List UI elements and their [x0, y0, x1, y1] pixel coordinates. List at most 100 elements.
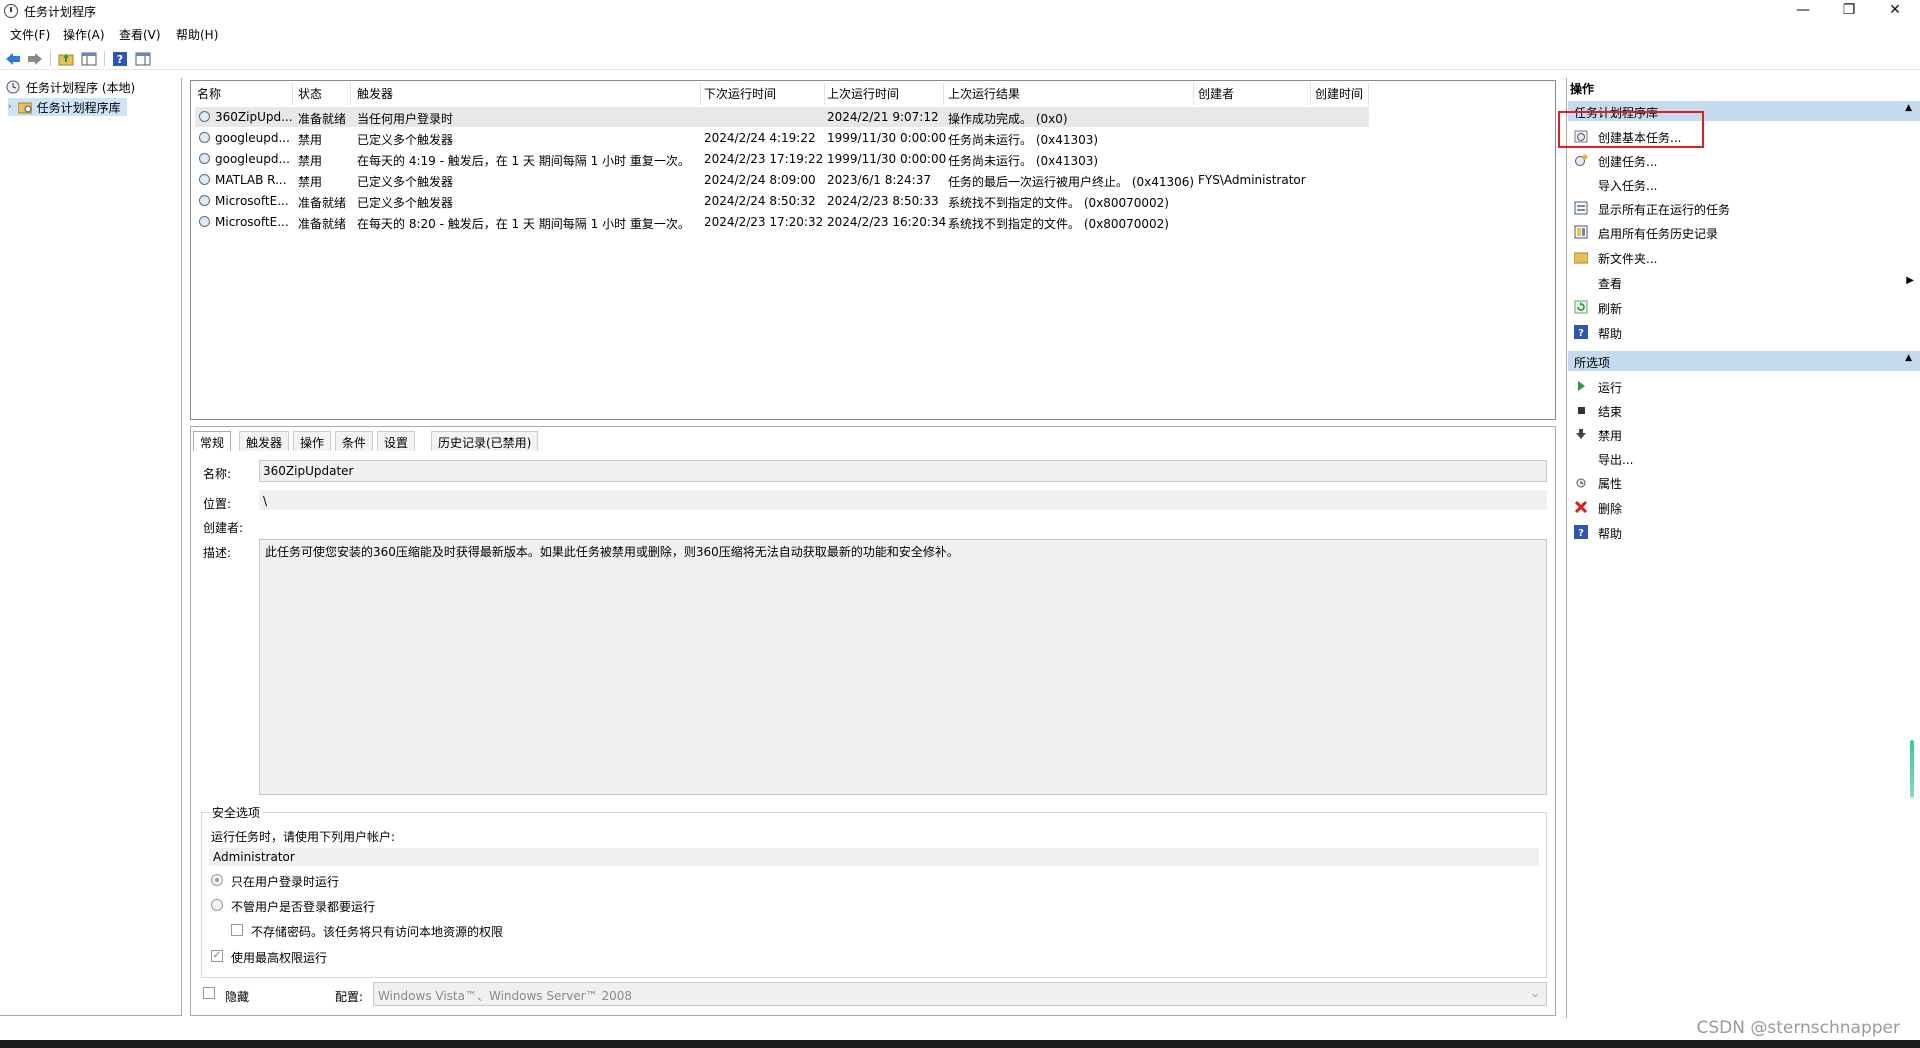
task-trigger: 已定义多个触发器	[357, 175, 454, 189]
restore-button[interactable]: ❐	[1826, 0, 1872, 22]
checkbox-no-store-password[interactable]	[231, 924, 243, 936]
action-label: 导出...	[1598, 453, 1634, 467]
task-name: 360ZipUpd...	[215, 110, 293, 124]
menu-view[interactable]: 查看(V)	[119, 26, 161, 43]
section-selected-header[interactable]: 所选项 ▲	[1568, 351, 1920, 371]
column-author[interactable]: 创建者	[1198, 85, 1234, 102]
table-row[interactable]: googleupd... 禁用 在每天的 4:19 - 触发后，在 1 天 期间…	[195, 149, 1559, 169]
action-label: 属性	[1598, 477, 1623, 491]
action-label: 刷新	[1598, 302, 1623, 316]
back-icon[interactable]	[4, 50, 22, 68]
column-last-result[interactable]: 上次运行结果	[948, 85, 1020, 102]
radio-logged-on[interactable]	[211, 874, 223, 886]
column-name[interactable]: 名称	[197, 85, 221, 102]
show-action-pane-icon[interactable]	[134, 50, 152, 68]
radio-whether-logged-label: 不管用户是否登录都要运行	[231, 900, 376, 914]
tab-triggers[interactable]: 触发器	[239, 431, 290, 451]
task-next-run: 2024/2/24 8:09:00	[704, 173, 816, 187]
checkbox-hidden[interactable]	[203, 987, 215, 999]
chevron-down-icon: ⌄	[1529, 986, 1540, 1000]
run-as-account: Administrator	[209, 848, 1539, 866]
task-last-run: 2024/2/21 9:07:12	[827, 110, 939, 124]
action-label: 运行	[1598, 381, 1623, 395]
action-delete[interactable]: 删除	[1568, 496, 1920, 518]
config-select[interactable]: Windows Vista™、Windows Server™ 2008 ⌄	[373, 982, 1547, 1006]
task-icon	[199, 111, 210, 122]
task-last-run: 1999/11/30 0:00:00	[827, 131, 947, 145]
task-details: 常规 触发器 操作 条件 设置 历史记录(已禁用) 名称: 360ZipUpda…	[190, 426, 1556, 1016]
tab-actions[interactable]: 操作	[293, 431, 332, 451]
minimize-button[interactable]: —	[1780, 0, 1826, 22]
tree-item-library[interactable]: › 任务计划程序库	[8, 98, 127, 116]
highest-privileges-label: 使用最高权限运行	[231, 951, 328, 965]
action-end[interactable]: 结束	[1568, 399, 1920, 421]
tree-root[interactable]: 任务计划程序 (本地)	[6, 78, 135, 96]
run-icon	[1578, 381, 1585, 391]
collapse-icon[interactable]: ▲	[1905, 353, 1912, 363]
collapse-icon[interactable]: ▲	[1905, 103, 1912, 113]
security-options-title: 安全选项	[209, 804, 264, 821]
menu-action[interactable]: 操作(A)	[63, 26, 105, 43]
table-row[interactable]: MicrosoftE... 准备就绪 在每天的 8:20 - 触发后，在 1 天…	[195, 212, 1559, 232]
new-task-icon	[1575, 154, 1588, 166]
action-refresh[interactable]: 刷新	[1568, 296, 1920, 318]
action-label: 启用所有任务历史记录	[1598, 227, 1719, 241]
stop-icon	[1578, 407, 1585, 414]
column-created[interactable]: 创建时间	[1315, 85, 1363, 102]
action-enable-history[interactable]: 启用所有任务历史记录	[1568, 221, 1920, 243]
table-row[interactable]: googleupd... 禁用 已定义多个触发器 2024/2/24 4:19:…	[195, 128, 1559, 148]
action-show-running[interactable]: 显示所有正在运行的任务	[1568, 197, 1920, 219]
running-tasks-icon	[1574, 201, 1588, 215]
task-status: 禁用	[298, 175, 323, 189]
checkbox-highest-privileges[interactable]: ✓	[211, 950, 223, 962]
actions-header: 操作	[1570, 82, 1595, 96]
clock-icon	[4, 4, 18, 18]
show-hide-tree-icon[interactable]	[80, 50, 98, 68]
folder-icon	[17, 102, 32, 113]
action-view[interactable]: 查看 ▶	[1568, 271, 1920, 293]
tab-history[interactable]: 历史记录(已禁用)	[431, 431, 539, 451]
name-field[interactable]: 360ZipUpdater	[259, 460, 1547, 482]
help-icon: ?	[1574, 325, 1588, 339]
action-help-selected[interactable]: ? 帮助	[1568, 521, 1920, 543]
table-row[interactable]: 360ZipUpd... 准备就绪 当任何用户登录时 2024/2/21 9:0…	[195, 107, 1369, 127]
task-trigger: 已定义多个触发器	[357, 133, 454, 147]
task-name: googleupd...	[215, 152, 290, 166]
menu-file[interactable]: 文件(F)	[10, 26, 50, 43]
tree-root-label: 任务计划程序 (本地)	[26, 80, 136, 95]
column-last-run[interactable]: 上次运行时间	[827, 85, 899, 102]
action-create-task[interactable]: 创建任务...	[1568, 149, 1920, 171]
run-as-label: 运行任务时，请使用下列用户帐户:	[211, 830, 396, 844]
table-row[interactable]: MicrosoftE... 准备就绪 已定义多个触发器 2024/2/24 8:…	[195, 191, 1559, 211]
clock-icon	[6, 80, 20, 94]
menu-help[interactable]: 帮助(H)	[176, 26, 218, 43]
name-label: 名称:	[203, 467, 232, 481]
task-list-header: 名称 状态 触发器 下次运行时间 上次运行时间 上次运行结果 创建者 创建时间	[191, 81, 1557, 105]
task-status: 禁用	[298, 133, 323, 147]
action-export[interactable]: 导出...	[1568, 447, 1920, 469]
forward-icon[interactable]	[26, 50, 44, 68]
help-icon[interactable]: ?	[111, 50, 129, 68]
close-button[interactable]: ✕	[1872, 0, 1918, 22]
table-row[interactable]: MATLAB R... 禁用 已定义多个触发器 2024/2/24 8:09:0…	[195, 170, 1559, 190]
column-status[interactable]: 状态	[298, 85, 322, 102]
column-trigger[interactable]: 触发器	[357, 85, 393, 102]
action-new-folder[interactable]: 新文件夹...	[1568, 246, 1920, 268]
folder-up-icon[interactable]	[57, 50, 75, 68]
task-icon	[199, 216, 210, 227]
column-next-run[interactable]: 下次运行时间	[704, 85, 776, 102]
chevron-right-icon[interactable]: ›	[8, 102, 12, 112]
description-field[interactable]: 此任务可使您安装的360压缩能及时获得最新版本。如果此任务被禁用或删除，则360…	[259, 539, 1547, 795]
action-help[interactable]: ? 帮助	[1568, 321, 1920, 343]
action-import-task[interactable]: 导入任务...	[1568, 173, 1920, 195]
radio-whether-logged[interactable]	[211, 899, 223, 911]
action-run[interactable]: 运行	[1568, 375, 1920, 397]
location-field: \	[259, 490, 1547, 510]
tab-general[interactable]: 常规	[193, 431, 232, 451]
action-disable[interactable]: 禁用	[1568, 423, 1920, 445]
action-properties[interactable]: 属性	[1568, 471, 1920, 493]
task-next-run: 2024/2/23 17:19:22	[704, 152, 824, 166]
action-label: 结束	[1598, 405, 1623, 419]
tab-conditions[interactable]: 条件	[335, 431, 374, 451]
tab-settings[interactable]: 设置	[377, 431, 416, 451]
